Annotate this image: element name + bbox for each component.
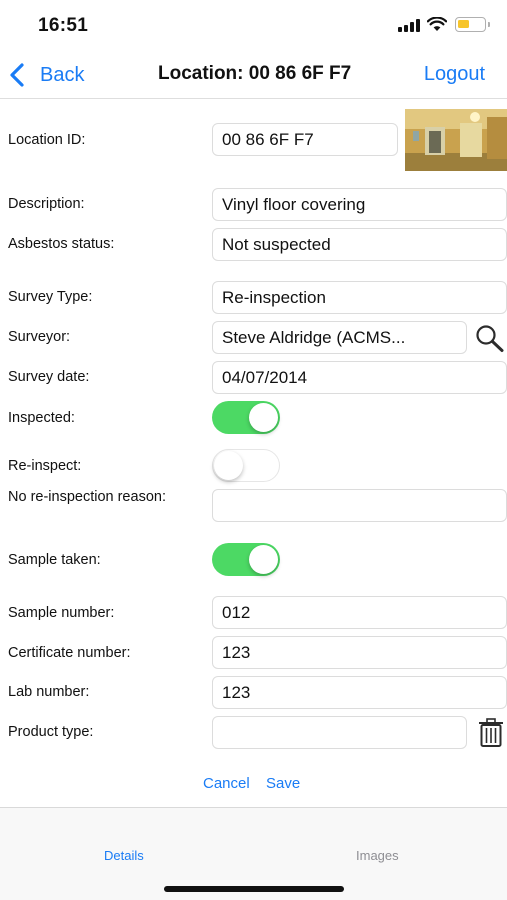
save-button[interactable]: Save	[266, 775, 300, 792]
certificate-number-field[interactable]: 123	[212, 636, 507, 669]
description-field[interactable]: Vinyl floor covering	[212, 188, 507, 221]
location-id-field[interactable]: 00 86 6F F7	[212, 123, 398, 156]
status-time: 16:51	[38, 15, 89, 36]
survey-type-label: Survey Type:	[8, 289, 93, 305]
toggle-knob	[249, 403, 278, 432]
product-type-label: Product type:	[8, 724, 94, 740]
sample-number-field[interactable]: 012	[212, 596, 507, 629]
location-photo-thumbnail[interactable]	[405, 109, 507, 171]
certificate-number-label: Certificate number:	[8, 645, 131, 661]
inspected-toggle[interactable]	[212, 401, 280, 434]
home-indicator[interactable]	[164, 886, 344, 892]
survey-date-field[interactable]: 04/07/2014	[212, 361, 507, 394]
inspected-label: Inspected:	[8, 410, 75, 426]
cellular-signal-icon	[398, 19, 420, 32]
asbestos-status-label: Asbestos status:	[8, 236, 115, 252]
battery-icon	[455, 17, 486, 32]
page-title: Location: 00 86 6F F7	[158, 63, 352, 84]
location-id-label: Location ID:	[8, 132, 86, 148]
lab-number-label: Lab number:	[8, 684, 90, 700]
no-reinspection-reason-field[interactable]	[212, 489, 507, 522]
chevron-left-icon	[10, 63, 24, 87]
trash-icon[interactable]	[477, 718, 505, 748]
status-bar: 16:51	[0, 0, 507, 50]
location-photo	[405, 109, 507, 171]
tab-images[interactable]: Images	[356, 848, 399, 863]
re-inspect-toggle[interactable]	[212, 449, 280, 482]
wifi-icon	[427, 17, 447, 31]
toggle-knob	[249, 545, 278, 574]
toggle-knob	[214, 450, 243, 480]
re-inspect-label: Re-inspect:	[8, 458, 82, 474]
lab-number-field[interactable]: 123	[212, 676, 507, 709]
surveyor-label: Surveyor:	[8, 329, 71, 345]
logout-button[interactable]: Logout	[424, 63, 485, 86]
product-type-field[interactable]	[212, 716, 467, 749]
sample-number-label: Sample number:	[8, 605, 115, 621]
survey-date-label: Survey date:	[8, 369, 90, 385]
asbestos-status-field[interactable]: Not suspected	[212, 228, 507, 261]
sample-taken-label: Sample taken:	[8, 552, 101, 568]
tab-details[interactable]: Details	[104, 848, 144, 863]
back-button[interactable]: Back	[8, 61, 84, 89]
form-actions: Cancel Save	[0, 775, 507, 795]
battery-cap	[488, 22, 490, 27]
sample-taken-toggle[interactable]	[212, 543, 280, 576]
navigation-bar: Back Location: 00 86 6F F7 Logout	[0, 50, 507, 99]
survey-type-field[interactable]: Re-inspection	[212, 281, 507, 314]
battery-level	[458, 20, 469, 28]
no-reinspection-reason-label: No re-inspection reason:	[8, 489, 166, 505]
tab-bar: Details Images	[0, 807, 507, 900]
back-label: Back	[40, 63, 85, 86]
cancel-button[interactable]: Cancel	[203, 775, 250, 792]
description-label: Description:	[8, 196, 85, 212]
search-icon[interactable]	[474, 323, 506, 353]
surveyor-field[interactable]: Steve Aldridge (ACMS...	[212, 321, 467, 354]
